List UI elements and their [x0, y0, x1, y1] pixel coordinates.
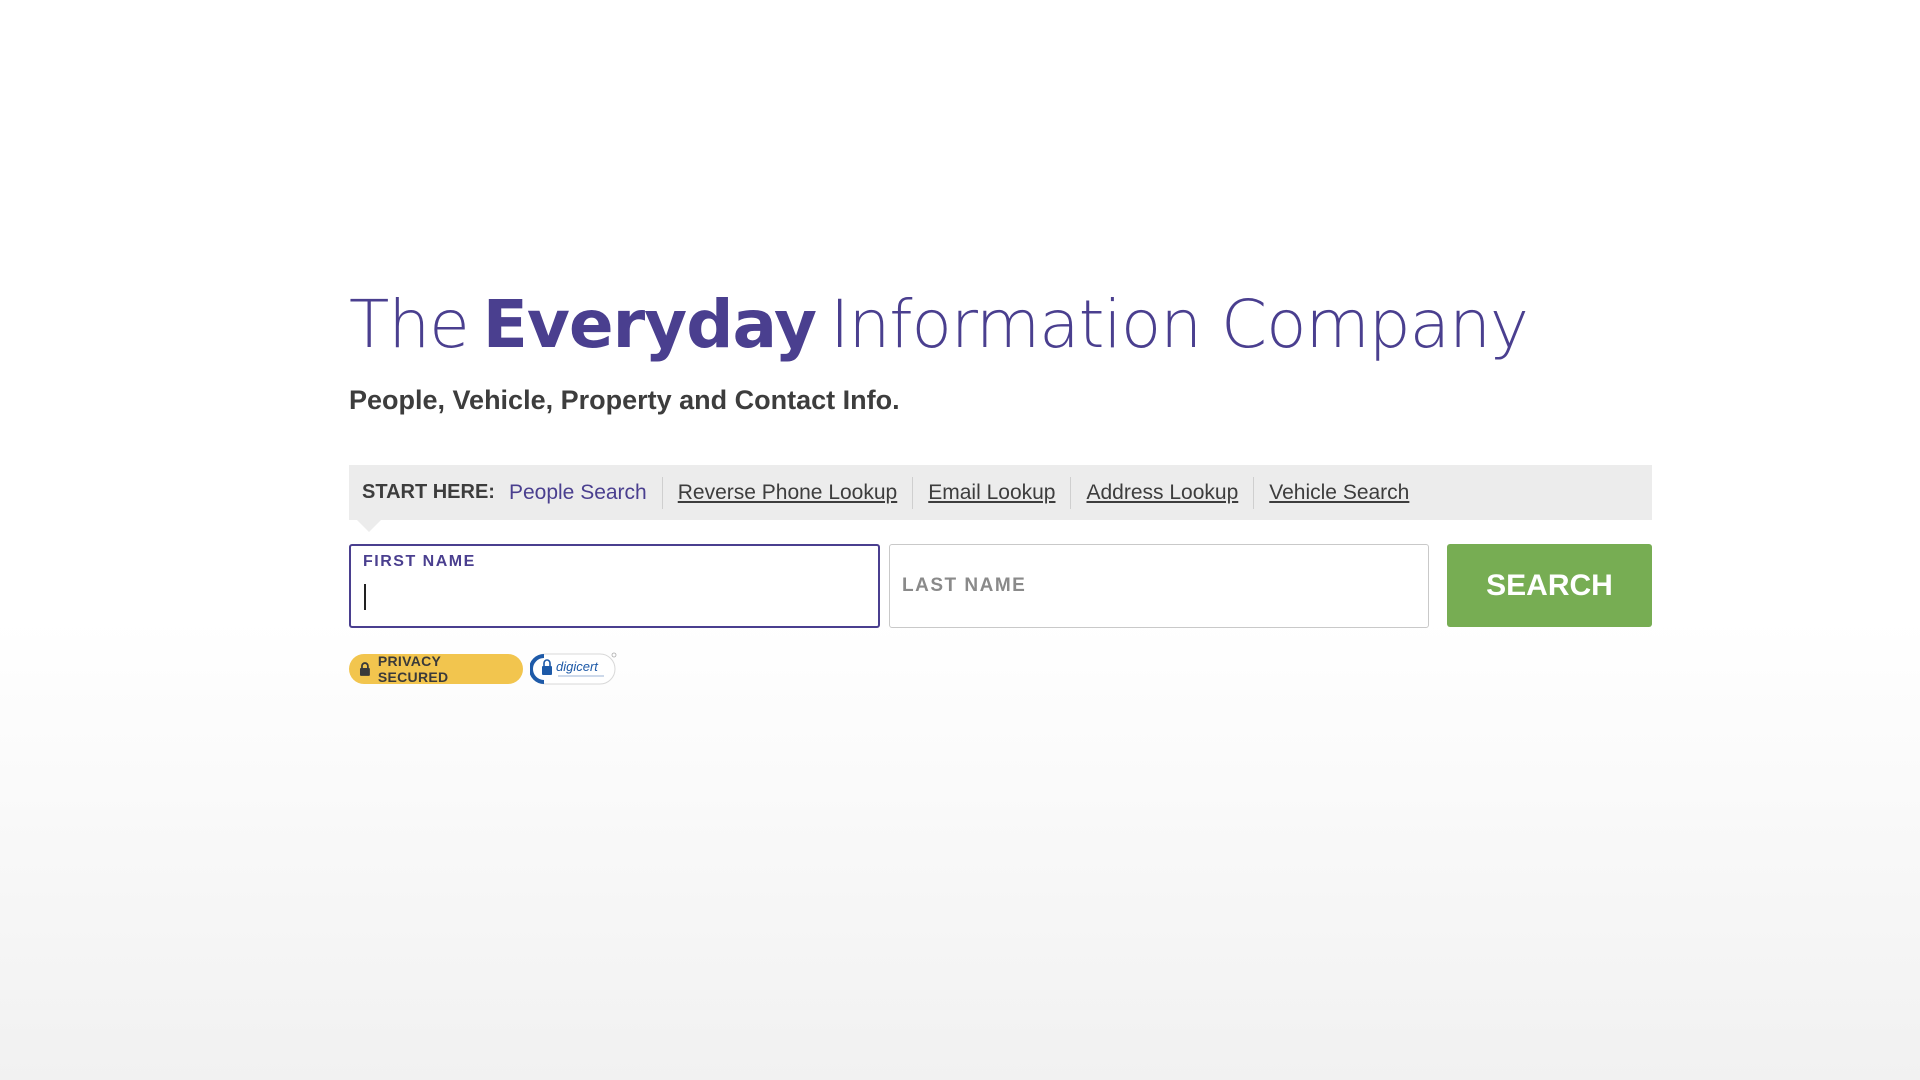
tab-email-lookup[interactable]: Email Lookup	[913, 477, 1070, 509]
text-caret	[364, 584, 366, 610]
privacy-secured-label: PRIVACY SECURED	[377, 653, 449, 685]
start-here-label: START HERE:	[362, 481, 495, 503]
search-type-tabs: START HERE: People Search Reverse Phone …	[349, 465, 1652, 532]
hero-section: The Everyday Information Company People,…	[349, 280, 1652, 685]
tab-reverse-phone-lookup[interactable]: Reverse Phone Lookup	[663, 477, 913, 509]
last-name-field[interactable]	[889, 544, 1429, 628]
tab-vehicle-search[interactable]: Vehicle Search	[1254, 477, 1424, 509]
tab-people-search[interactable]: People Search	[509, 477, 662, 509]
privacy-secured-badge: PRIVACY SECURED	[349, 653, 523, 685]
lock-icon	[359, 662, 370, 676]
last-name-input[interactable]	[902, 545, 1416, 627]
headline-pre: The	[349, 286, 470, 363]
search-button[interactable]: SEARCH	[1447, 544, 1652, 627]
digicert-label: digicert	[556, 659, 598, 674]
digicert-seal[interactable]: digicert	[529, 652, 618, 686]
first-name-label: FIRST NAME	[363, 553, 476, 570]
tab-address-lookup[interactable]: Address Lookup	[1071, 477, 1253, 509]
headline-bold: Everyday	[482, 286, 817, 363]
trust-badges: PRIVACY SECURED digicert	[349, 652, 618, 686]
first-name-field[interactable]: FIRST NAME	[349, 544, 880, 628]
first-name-input[interactable]	[363, 582, 866, 616]
headline-post: Information Company	[829, 286, 1529, 363]
page-subtitle: People, Vehicle, Property and Contact In…	[349, 385, 900, 415]
search-form: FIRST NAME SEARCH	[349, 544, 1652, 628]
page-title: The Everyday Information Company	[349, 280, 1652, 370]
